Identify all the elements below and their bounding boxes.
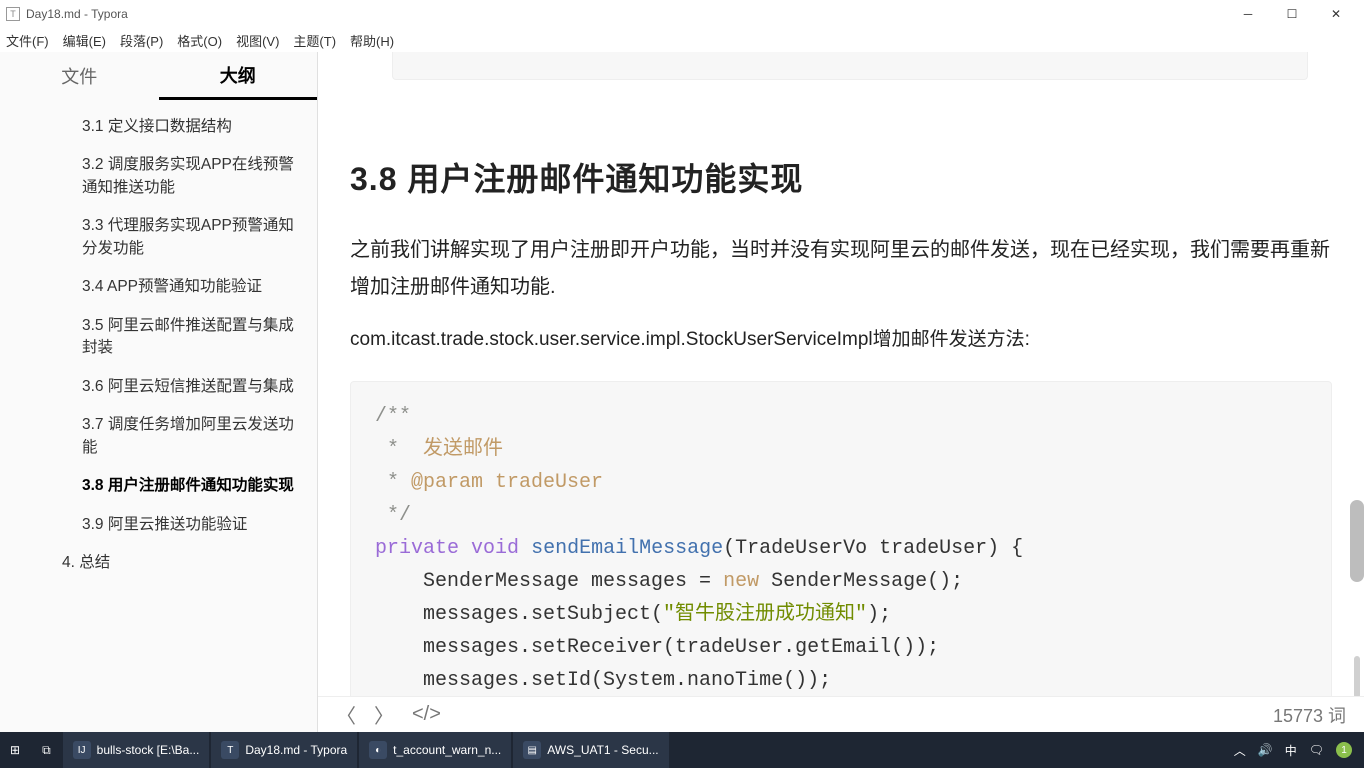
outline-item[interactable]: 3.7 调度任务增加阿里云发送功能 — [0, 406, 317, 467]
code-comment: /** — [375, 405, 411, 428]
menu-edit[interactable]: 编辑(E) — [63, 31, 106, 50]
taskbar-item[interactable]: IJ bulls-stock [E:\Ba... — [63, 732, 210, 768]
outline-item[interactable]: 4. 总结 — [0, 544, 317, 582]
window-title: Day18.md - Typora — [26, 7, 128, 21]
menu-format[interactable]: 格式(O) — [177, 31, 222, 50]
terminal-icon: ▤ — [523, 741, 541, 759]
code-text: ); — [867, 603, 891, 626]
start-button[interactable]: ⊞ — [0, 732, 30, 768]
code-keyword: new — [723, 570, 759, 593]
outline-item[interactable]: 3.9 阿里云推送功能验证 — [0, 506, 317, 544]
taskbar-item[interactable]: T Day18.md - Typora — [211, 732, 357, 768]
system-tray[interactable]: ︿ 🔊 中 🗨 1 — [1222, 742, 1364, 759]
editor-pane: 3.8 用户注册邮件通知功能实现 之前我们讲解实现了用户注册即开户功能，当时并没… — [318, 52, 1364, 732]
outline-list: 3.1 定义接口数据结构 3.2 调度服务实现APP在线预警通知推送功能 3.3… — [0, 100, 317, 732]
scrollbar-mark — [1354, 656, 1360, 696]
outline-item[interactable]: 3.6 阿里云短信推送配置与集成 — [0, 368, 317, 406]
code-text: messages.setSubject( — [375, 603, 663, 626]
sidebar: 文件 大纲 3.1 定义接口数据结构 3.2 调度服务实现APP在线预警通知推送… — [0, 52, 318, 732]
windows-icon: ⊞ — [10, 743, 20, 757]
nav-back-icon[interactable]: 〈 — [336, 700, 356, 729]
prev-code-block-tail — [392, 52, 1308, 80]
taskbar-label: AWS_UAT1 - Secu... — [547, 743, 658, 757]
taskbar-label: Day18.md - Typora — [245, 743, 347, 757]
code-text: (TradeUserVo tradeUser) { — [723, 537, 1023, 560]
code-text: messages.setId(System.nanoTime()); — [375, 669, 831, 692]
code-text: SenderMessage messages = — [375, 570, 723, 593]
code-text: messages.setReceiver(tradeUser.getEmail(… — [375, 636, 939, 659]
taskbar-item[interactable]: ▤ AWS_UAT1 - Secu... — [513, 732, 668, 768]
outline-item[interactable]: 3.4 APP预警通知功能验证 — [0, 268, 317, 306]
tray-notifications-icon[interactable]: 🗨 — [1309, 743, 1324, 757]
tray-badge: 1 — [1336, 742, 1352, 758]
code-comment: * — [375, 471, 411, 494]
menu-file[interactable]: 文件(F) — [6, 31, 49, 50]
window-titlebar: T Day18.md - Typora ─ ☐ ✕ — [0, 0, 1364, 28]
outline-item[interactable]: 3.2 调度服务实现APP在线预警通知推送功能 — [0, 146, 317, 207]
editor-footer: 〈 〉 </> 15773 词 — [318, 696, 1364, 732]
menu-paragraph[interactable]: 段落(P) — [120, 31, 163, 50]
code-doc-tag: @param tradeUser — [411, 471, 603, 494]
sidebar-tabs: 文件 大纲 — [0, 52, 317, 100]
paragraph: 之前我们讲解实现了用户注册即开户功能，当时并没有实现阿里云的邮件发送，现在已经实… — [350, 232, 1332, 306]
tray-volume-icon[interactable]: 🔊 — [1258, 743, 1273, 757]
main-area: 文件 大纲 3.1 定义接口数据结构 3.2 调度服务实现APP在线预警通知推送… — [0, 52, 1364, 732]
document-content[interactable]: 3.8 用户注册邮件通知功能实现 之前我们讲解实现了用户注册即开户功能，当时并没… — [318, 52, 1364, 696]
code-comment: * — [375, 438, 423, 461]
taskbar-label: t_account_warn_n... — [393, 743, 501, 757]
menu-bar: 文件(F) 编辑(E) 段落(P) 格式(O) 视图(V) 主题(T) 帮助(H… — [0, 28, 1364, 52]
scrollbar-thumb[interactable] — [1350, 500, 1364, 582]
code-keyword: private — [375, 537, 459, 560]
word-count[interactable]: 15773 词 — [1273, 702, 1346, 728]
code-comment-text: 发送邮件 — [423, 438, 503, 461]
app-icon: IJ — [73, 741, 91, 759]
code-method: sendEmailMessage — [531, 537, 723, 560]
section-heading: 3.8 用户注册邮件通知功能实现 — [350, 154, 1332, 200]
tab-outline[interactable]: 大纲 — [159, 52, 318, 100]
code-comment: */ — [375, 504, 411, 527]
code-text: SenderMessage(); — [759, 570, 963, 593]
taskview-button[interactable]: ⧉ — [32, 732, 61, 768]
code-block[interactable]: /** * 发送邮件 * @param tradeUser */ private… — [350, 381, 1332, 696]
taskview-icon: ⧉ — [42, 743, 51, 758]
toggle-source-icon[interactable]: </> — [412, 703, 441, 726]
tray-chevron-icon[interactable]: ︿ — [1234, 742, 1246, 759]
menu-view[interactable]: 视图(V) — [236, 31, 279, 50]
typora-icon: T — [221, 741, 239, 759]
code-keyword: void — [471, 537, 519, 560]
code-string: "智牛股注册成功通知" — [663, 603, 867, 626]
outline-item[interactable]: 3.5 阿里云邮件推送配置与集成封装 — [0, 307, 317, 368]
menu-theme[interactable]: 主题(T) — [293, 31, 336, 50]
nav-forward-icon[interactable]: 〉 — [374, 700, 394, 729]
tray-ime[interactable]: 中 — [1285, 742, 1297, 759]
tab-files[interactable]: 文件 — [0, 52, 159, 100]
taskbar-item[interactable]: ◐ t_account_warn_n... — [359, 732, 511, 768]
minimize-button[interactable]: ─ — [1226, 0, 1270, 28]
db-icon: ◐ — [369, 741, 387, 759]
close-button[interactable]: ✕ — [1314, 0, 1358, 28]
app-icon: T — [6, 7, 20, 21]
windows-taskbar: ⊞ ⧉ IJ bulls-stock [E:\Ba... T Day18.md - … — [0, 732, 1364, 768]
outline-item-active[interactable]: 3.8 用户注册邮件通知功能实现 — [0, 467, 317, 505]
taskbar-label: bulls-stock [E:\Ba... — [97, 743, 200, 757]
outline-item[interactable]: 3.3 代理服务实现APP预警通知分发功能 — [0, 207, 317, 268]
outline-item[interactable]: 3.1 定义接口数据结构 — [0, 108, 317, 146]
paragraph-api: com.itcast.trade.stock.user.service.impl… — [350, 324, 1332, 351]
menu-help[interactable]: 帮助(H) — [350, 31, 394, 50]
maximize-button[interactable]: ☐ — [1270, 0, 1314, 28]
